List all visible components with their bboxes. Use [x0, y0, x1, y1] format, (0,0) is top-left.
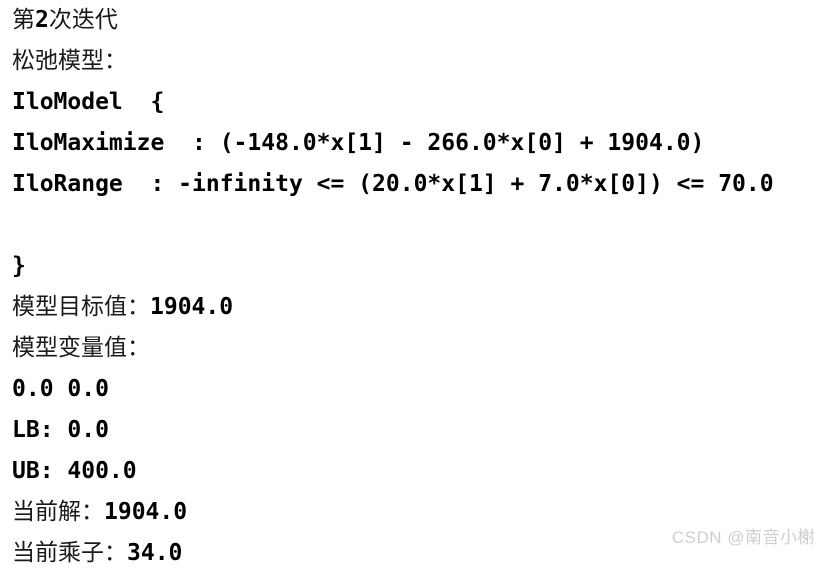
console-line-model-open: IloModel { — [12, 89, 165, 115]
numeric-token: 2 — [35, 7, 49, 33]
console-line-lower-bound: LB: 0.0 — [12, 417, 109, 443]
numeric-token: 1904.0 — [150, 294, 234, 320]
numeric-token: 34.0 — [127, 540, 183, 566]
console-line-upper-bound: UB: 400.0 — [12, 458, 137, 484]
console-line-spacer — [0, 205, 829, 246]
numeric-token: 1904.0 — [104, 499, 188, 525]
console-line-constraint-range: IloRange : -infinity <= (20.0*x[1] + 7.0… — [12, 171, 774, 197]
console-line-model-close: } — [12, 253, 26, 279]
console-line-iteration-header: 第2次迭代 — [12, 7, 118, 33]
console-line-variable-values-label: 模型变量值： — [12, 335, 150, 361]
console-line-variable-values: 0.0 0.0 — [12, 376, 109, 402]
console-line-objective-value: 模型目标值：1904.0 — [12, 294, 234, 320]
console-line-relaxed-model-label: 松弛模型： — [12, 48, 127, 74]
csdn-watermark: CSDN @南音小榭 — [671, 528, 815, 547]
console-output-pane: 第2次迭代松弛模型： IloModel { IloMaximize : (-148.… — [0, 0, 829, 566]
console-line-objective: IloMaximize : (-148.0*x[1] - 266.0*x[0] … — [12, 130, 705, 156]
